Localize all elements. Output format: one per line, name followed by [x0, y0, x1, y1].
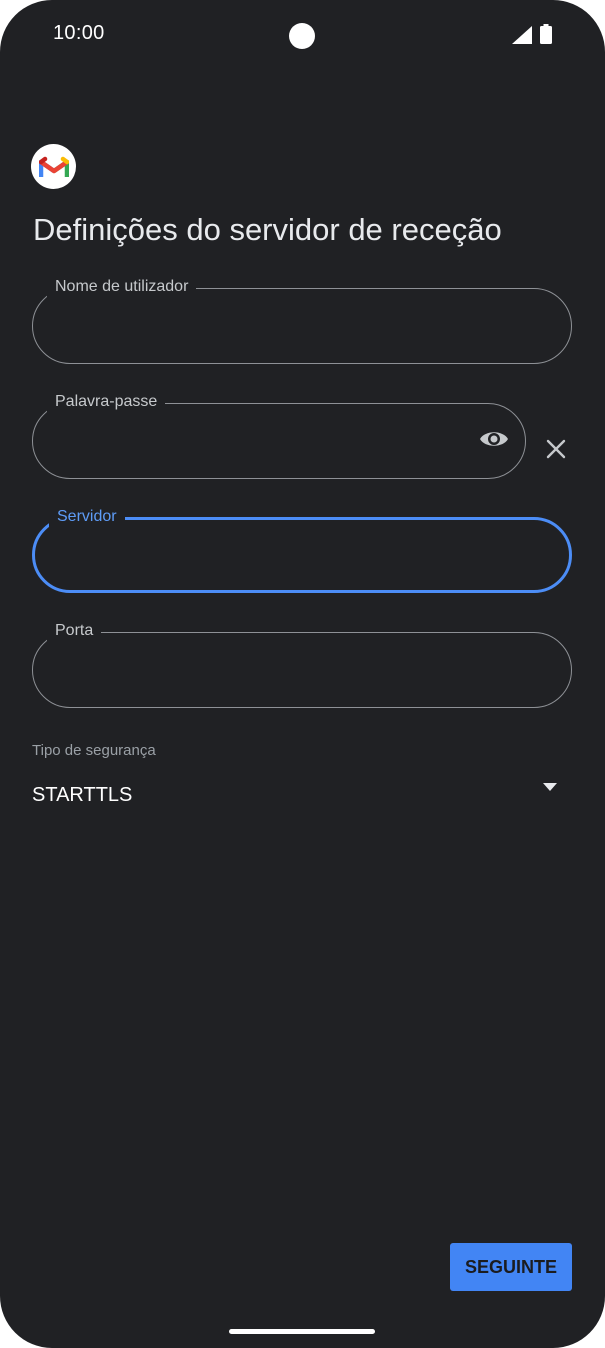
username-field[interactable]: Nome de utilizador — [32, 276, 572, 364]
server-field[interactable]: Servidor — [32, 505, 572, 593]
battery-icon — [540, 24, 552, 44]
status-time: 10:00 — [53, 22, 105, 44]
page-title: Definições do servidor de receção — [33, 212, 502, 247]
dropdown-arrow-icon — [543, 783, 557, 791]
gmail-logo-icon — [31, 144, 76, 189]
next-button[interactable]: SEGUINTE — [450, 1243, 572, 1291]
password-input[interactable] — [53, 422, 465, 460]
home-indicator[interactable] — [229, 1329, 375, 1334]
server-label: Servidor — [49, 505, 125, 528]
eye-icon[interactable] — [479, 428, 509, 450]
close-icon[interactable] — [544, 437, 568, 461]
username-input[interactable] — [53, 307, 511, 345]
username-label: Nome de utilizador — [47, 276, 197, 298]
status-bar: 10:00 — [0, 0, 605, 70]
password-field[interactable]: Palavra-passe — [32, 391, 526, 479]
signal-icon — [512, 26, 532, 44]
password-label: Palavra-passe — [47, 391, 166, 413]
security-type-dropdown[interactable]: STARTTLS — [32, 778, 572, 816]
security-type-value: STARTTLS — [32, 784, 133, 806]
camera-cutout — [289, 23, 315, 49]
server-input[interactable] — [55, 538, 509, 576]
phone-screen: 10:00 Definições do servidor de receção … — [0, 0, 605, 1348]
port-field[interactable]: Porta — [32, 620, 572, 708]
port-input[interactable] — [53, 651, 511, 689]
port-label: Porta — [47, 620, 102, 642]
security-type-label: Tipo de segurança — [32, 742, 156, 759]
